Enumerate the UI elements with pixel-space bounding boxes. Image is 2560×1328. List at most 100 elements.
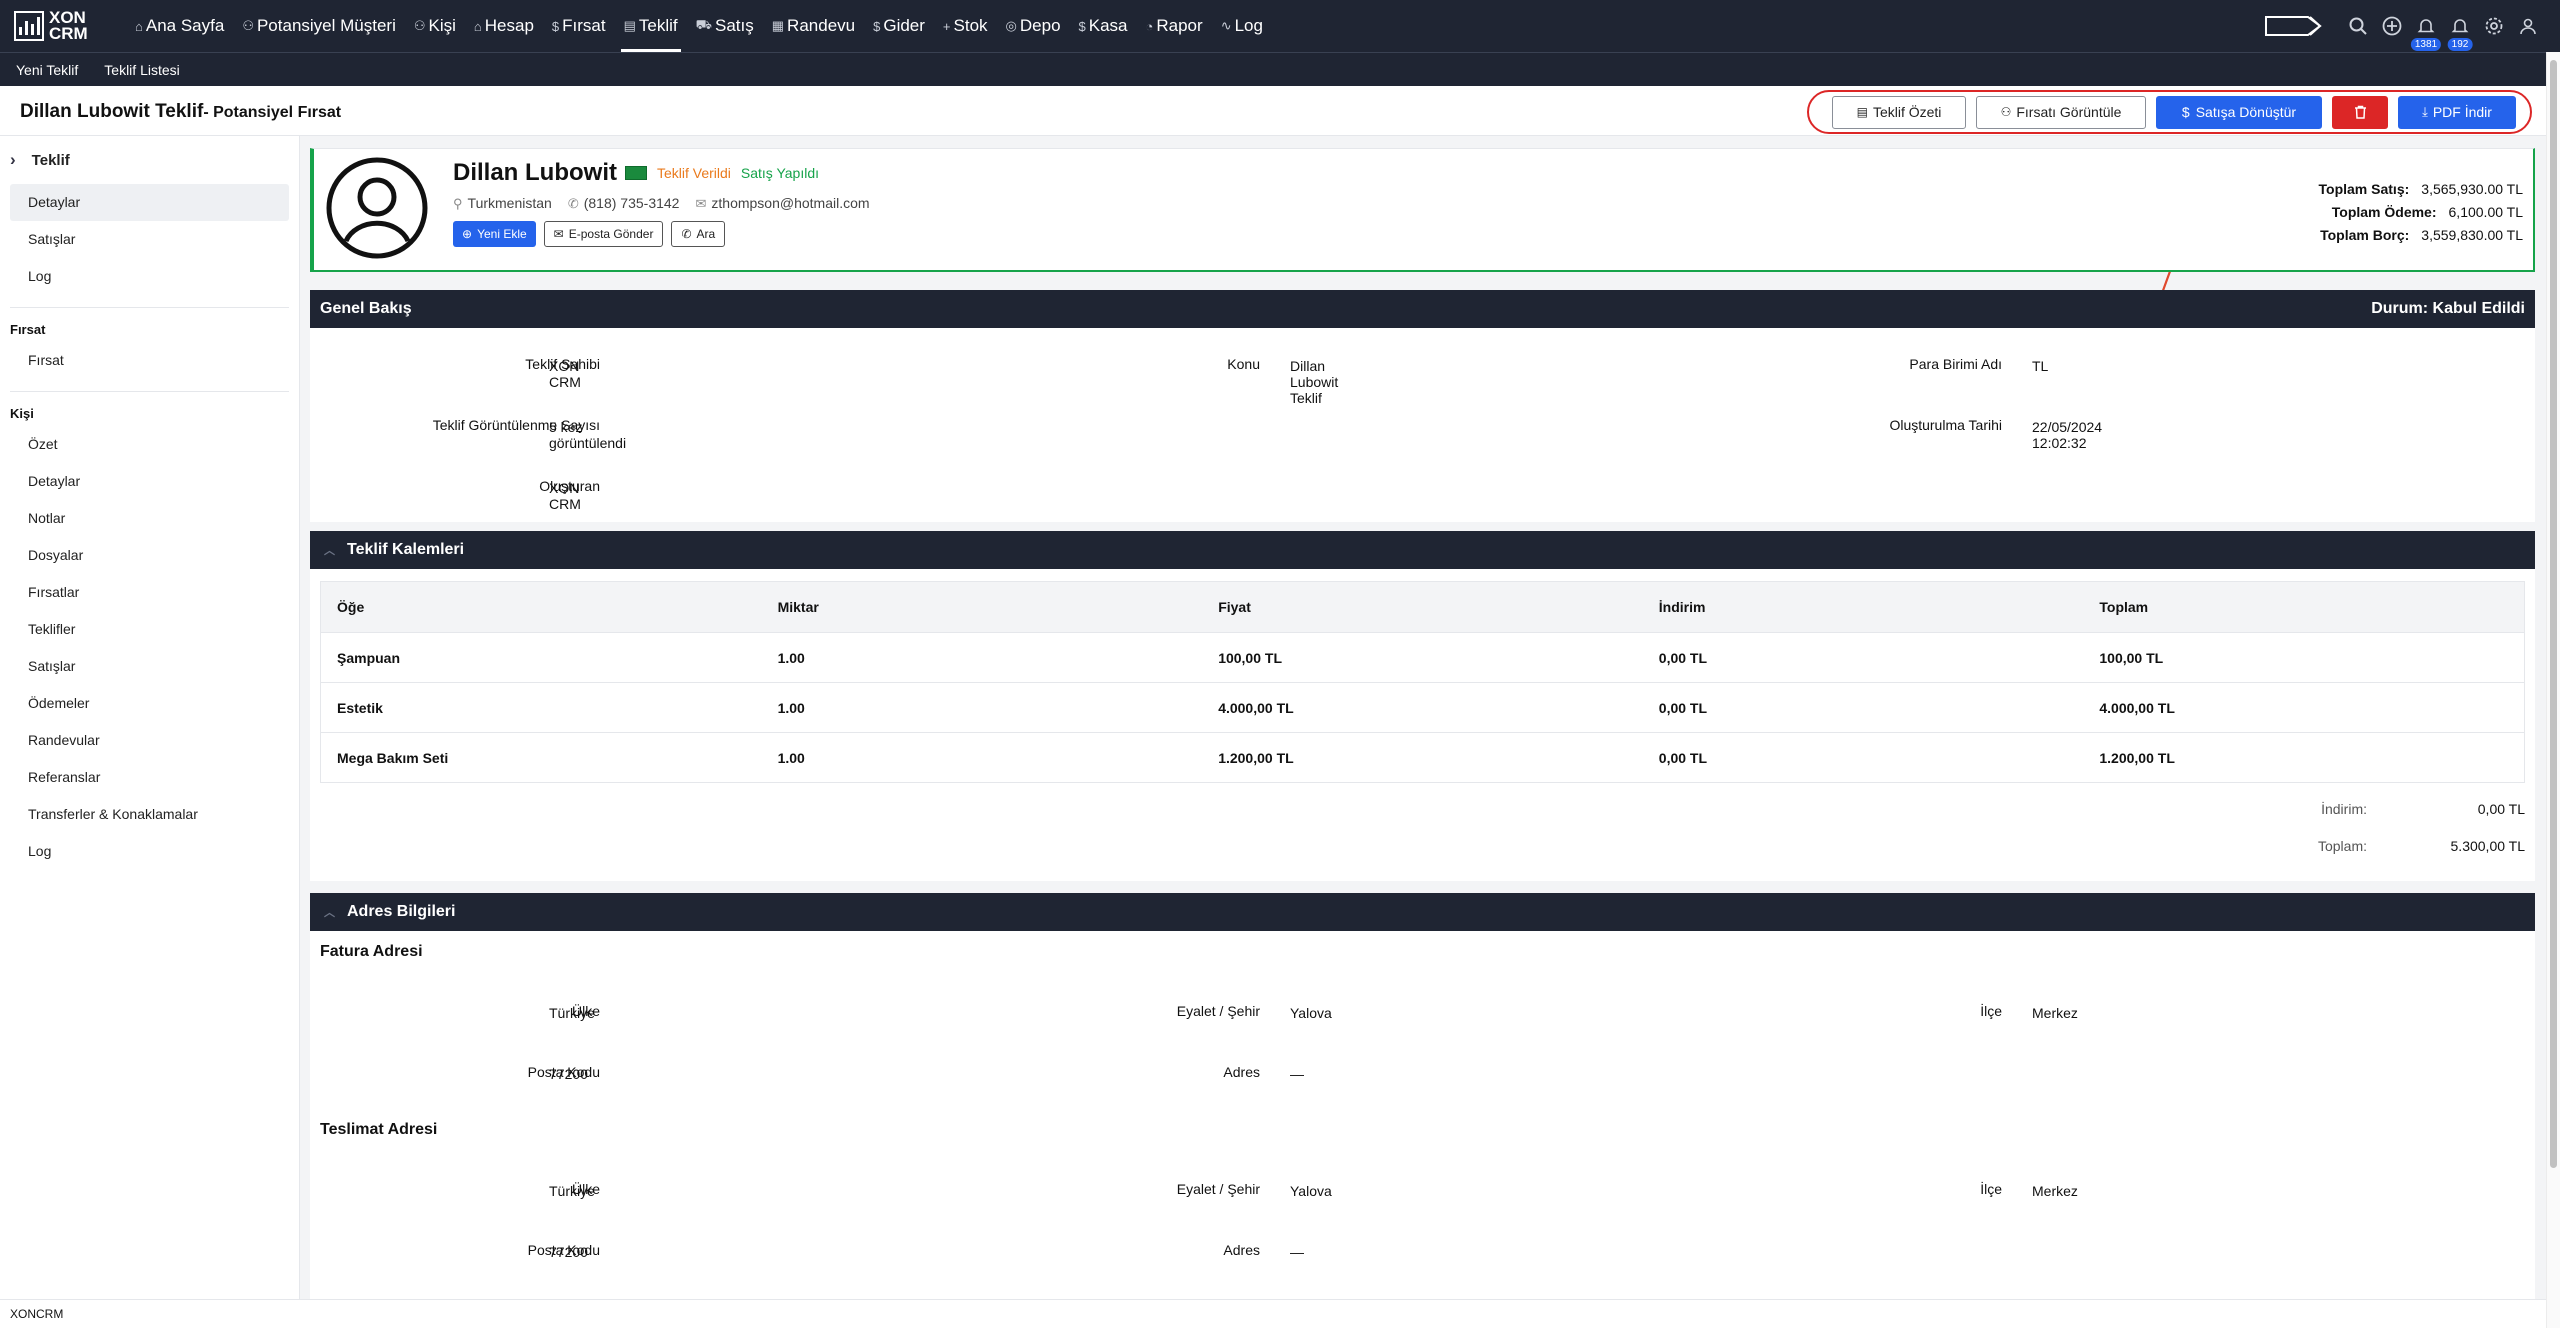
notification-bell-icon[interactable]: 1381	[2410, 14, 2442, 51]
quote-list-link[interactable]: Teklif Listesi	[104, 62, 179, 78]
delete-button[interactable]	[2332, 95, 2388, 129]
send-email-button[interactable]: ✉ E-posta Gönder	[543, 221, 664, 247]
add-circle-icon[interactable]	[2380, 14, 2404, 38]
nav-item-7[interactable]: ▦ Randevu	[763, 0, 864, 52]
sidebar-item[interactable]: Log	[10, 258, 289, 295]
shipping-address-title: Teslimat Adresi	[320, 1121, 438, 1138]
chart-icon: ◔	[1145, 18, 1154, 34]
convert-to-sale-button[interactable]: $ Satışa Dönüştür	[2156, 95, 2322, 129]
sub-navbar: Yeni Teklif Teklif Listesi	[0, 52, 2560, 86]
sidebar-item[interactable]: Transferler & Konaklamalar	[10, 796, 289, 833]
nav-item-label: Kasa	[1088, 16, 1128, 35]
user-profile-icon[interactable]	[2516, 14, 2540, 38]
divider	[10, 307, 289, 308]
nav-item-2[interactable]: ⚇ Kişi	[405, 0, 465, 52]
contact-totals: Toplam Satış: 3,565,930.00 TL Toplam Ödeme…	[2319, 177, 2523, 246]
call-button[interactable]: ✆ Ara	[671, 221, 726, 247]
nav-item-6[interactable]: ⛟ Satış	[687, 0, 763, 52]
table-cell: 4.000,00 TL	[1218, 699, 1294, 716]
quote-items-title: Teklif Kalemleri	[347, 541, 465, 558]
billing-state-label: Eyalet / Şehir	[1176, 1003, 1260, 1019]
sidebar-item[interactable]: Detaylar	[10, 184, 289, 221]
billing-district-label: İlçe	[1980, 1003, 2002, 1019]
sidebar-item[interactable]: Randevular	[10, 722, 289, 759]
view-opportunity-button[interactable]: ⚇ Fırsatı Görüntüle	[1976, 95, 2146, 129]
scrollbar-thumb[interactable]	[2550, 60, 2557, 1168]
alert-badge: 192	[2447, 38, 2473, 51]
contact-email[interactable]: zthompson@hotmail.com	[711, 195, 869, 211]
profile-card: Dillan Lubowit Teklif Verildi Satış Yapıld…	[310, 148, 2535, 272]
table-cell: Mega Bakım Seti	[337, 749, 449, 766]
trash-icon	[2354, 105, 2366, 119]
sidebar-item[interactable]: Log	[10, 833, 289, 870]
user-icon: ⚇	[242, 18, 254, 33]
nav-item-13[interactable]: ∿ Log	[1212, 0, 1272, 52]
sidebar-item[interactable]: Fırsatlar	[10, 574, 289, 611]
total-label: Toplam:	[2317, 838, 2367, 854]
alert-bell-icon[interactable]: 192	[2447, 14, 2473, 51]
nav-item-1[interactable]: ⚇ Potansiyel Müşteri	[233, 0, 405, 52]
sidebar-item[interactable]: Referanslar	[10, 759, 289, 796]
app-logo[interactable]: XON CRM	[14, 8, 112, 44]
arrow-right-icon[interactable]	[2264, 14, 2326, 38]
shipping-district-label: İlçe	[1980, 1181, 2002, 1197]
activity-icon: ∿	[1220, 18, 1232, 33]
action-buttons-highlight: ▤ Teklif Özeti ⚇ Fırsatı Görüntüle $ Satışa…	[1807, 90, 2532, 134]
search-icon[interactable]	[2346, 14, 2370, 38]
nav-item-8[interactable]: $ Gider	[864, 0, 934, 52]
address-panel: ︿ Adres Bilgileri Fatura Adresi Ülke Türk…	[310, 893, 2535, 1299]
quote-items-table: Öğe Miktar Fiyat İndirim Toplam Şampuan 1.00 10…	[320, 581, 2525, 783]
location-pin-icon: ⚲	[453, 196, 463, 211]
sidebar-item[interactable]: Teklifler	[10, 611, 289, 648]
sidebar-head[interactable]: › Teklif	[0, 136, 299, 184]
table-cell: 1.00	[777, 749, 805, 766]
billing-country: Türkiye	[549, 1005, 595, 1021]
avatar-icon	[326, 157, 428, 259]
nav-item-0[interactable]: ⌂ Ana Sayfa	[126, 0, 233, 52]
quote-items-header[interactable]: ︿ Teklif Kalemleri	[310, 531, 2535, 569]
nav-item-11[interactable]: $ Kasa	[1070, 0, 1137, 52]
nav-item-12[interactable]: ◔ Rapor	[1137, 0, 1212, 52]
settings-gear-icon[interactable]	[2482, 14, 2506, 38]
nav-item-9[interactable]: + Stok	[934, 0, 997, 52]
sidebar-item[interactable]: Ödemeler	[10, 685, 289, 722]
add-new-button[interactable]: ⊕ Yeni Ekle	[453, 221, 536, 247]
top-navbar: XON CRM ⌂ Ana Sayfa ⚇ Potansiyel Müşteri ⚇ Kiş…	[0, 0, 2560, 52]
shipping-address: —	[1290, 1244, 1304, 1260]
sidebar-item[interactable]: Özet	[10, 426, 289, 463]
email-info: ✉ zthompson@hotmail.com	[695, 195, 869, 212]
dollar-icon: $	[551, 18, 560, 34]
sidebar-item[interactable]: Detaylar	[10, 463, 289, 500]
users-icon: ⚇	[413, 18, 426, 33]
nav-item-4[interactable]: $ Fırsat	[543, 0, 615, 52]
sidebar: › Teklif Detaylar Satışlar Log Fırsat Fırsa…	[0, 136, 300, 1299]
nav-item-10[interactable]: ◎ Depo	[997, 0, 1070, 52]
sidebar-item[interactable]: Fırsat	[10, 342, 289, 379]
vertical-scrollbar[interactable]	[2546, 52, 2560, 1328]
sidebar-item[interactable]: Satışlar	[10, 221, 289, 258]
phone-info: ✆ (818) 735-3142	[568, 195, 680, 212]
nav-item-label: Satış	[715, 16, 754, 35]
convert-to-sale-label: Satışa Dönüştür	[2195, 104, 2297, 120]
sidebar-item[interactable]: Dosyalar	[10, 537, 289, 574]
notification-badge: 1381	[2410, 38, 2442, 51]
sidebar-item[interactable]: Satışlar	[10, 648, 289, 685]
total-row: Toplam Satış: 3,565,930.00 TL	[2319, 177, 2523, 200]
sidebar-item[interactable]: Notlar	[10, 500, 289, 537]
nav-item-3[interactable]: ⌂ Hesap	[465, 0, 543, 52]
total-label: Toplam Satış:	[2318, 180, 2410, 197]
quote-summary-button[interactable]: ▤ Teklif Özeti	[1832, 95, 1966, 129]
new-quote-link[interactable]: Yeni Teklif	[16, 62, 78, 78]
address-header[interactable]: ︿ Adres Bilgileri	[310, 893, 2535, 931]
contact-phone[interactable]: (818) 735-3142	[584, 195, 680, 211]
warehouse-icon: ◎	[1005, 18, 1017, 33]
top-right-tools: 1381 192	[2264, 0, 2540, 52]
discount-label: İndirim:	[2321, 801, 2367, 817]
field-label-subject: Konu	[1227, 356, 1260, 372]
pdf-download-button[interactable]: ⤓ PDF İndir	[2398, 95, 2516, 129]
plus-icon: +	[942, 18, 951, 34]
page-title: Dillan Lubowit Teklif- Potansiyel Fırsat	[20, 101, 341, 123]
logo-text-2: CRM	[49, 24, 88, 43]
nav-item-5[interactable]: ▤ Teklif	[615, 0, 687, 52]
billing-state: Yalova	[1290, 1005, 1332, 1021]
